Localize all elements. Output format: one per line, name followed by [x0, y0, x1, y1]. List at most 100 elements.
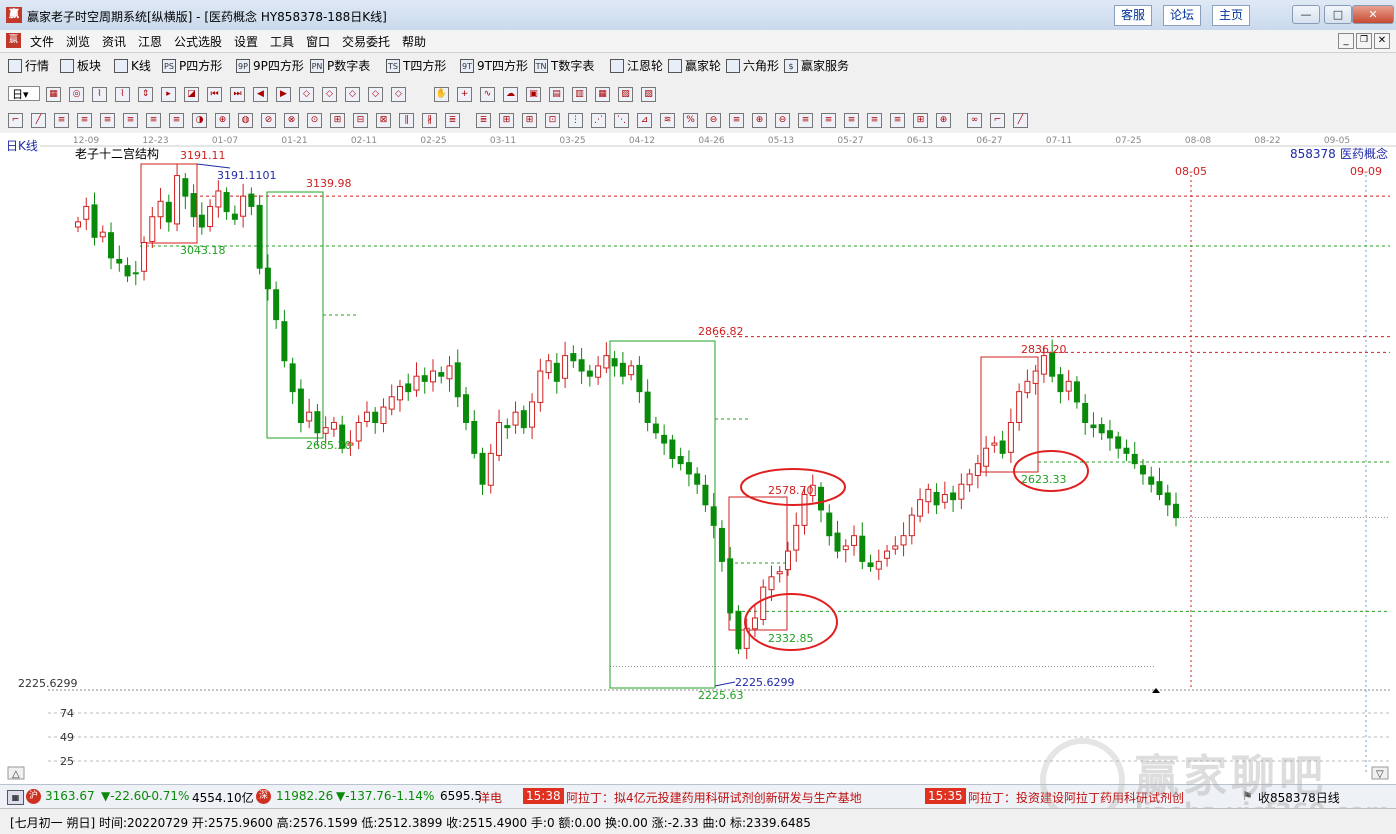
close-button[interactable]: ✕: [1352, 5, 1394, 24]
chart-area[interactable]: 12-09 12-23 01-07 01-21 02-11 02-25 03-11 03-25…: [0, 133, 1396, 783]
tool-icon[interactable]: ▨: [641, 87, 656, 102]
analysis-tool-icon[interactable]: ⊟: [353, 113, 368, 128]
analysis-tool-icon[interactable]: ⊕: [215, 113, 230, 128]
menu-tools[interactable]: 工具: [270, 33, 294, 50]
menu-window[interactable]: 窗口: [306, 33, 330, 50]
analysis-tool-icon[interactable]: ⋱: [614, 113, 629, 128]
analysis-tool-icon[interactable]: ⊕: [752, 113, 767, 128]
analysis-tool-icon[interactable]: ∞: [967, 113, 982, 128]
minimize-button[interactable]: —: [1292, 5, 1320, 24]
menu-file[interactable]: 文件: [30, 33, 54, 50]
menu-trading[interactable]: 交易委托: [342, 33, 390, 50]
tool-icon[interactable]: ⏭: [230, 87, 245, 102]
tool-icon[interactable]: ▣: [526, 87, 541, 102]
toolbar-candles-button[interactable]: K线: [114, 57, 151, 74]
tool-icon[interactable]: ◇: [345, 87, 360, 102]
analysis-tool-icon[interactable]: ≡: [123, 113, 138, 128]
menu-formula[interactable]: 公式选股: [174, 33, 222, 50]
tool-icon[interactable]: ∿: [480, 87, 495, 102]
analysis-tool-icon[interactable]: ≡: [798, 113, 813, 128]
maximize-button[interactable]: □: [1324, 5, 1352, 24]
analysis-tool-icon[interactable]: ≡: [77, 113, 92, 128]
news-headline-1[interactable]: 阿拉丁：拟4亿元投建药用科研试剂创新研发与生产基地: [566, 789, 862, 806]
analysis-tool-icon[interactable]: ∦: [422, 113, 437, 128]
toolbar-winner-wheel-button[interactable]: 赢家轮: [668, 57, 721, 74]
analysis-tool-icon[interactable]: ╱: [1013, 113, 1028, 128]
analysis-tool-icon[interactable]: ⊗: [284, 113, 299, 128]
tool-icon[interactable]: ⏮: [207, 87, 222, 102]
analysis-tool-icon[interactable]: ╱: [31, 113, 46, 128]
mdi-restore-button[interactable]: ❐: [1356, 33, 1372, 49]
tool-icon[interactable]: ⌇: [115, 87, 130, 102]
toolbar-hexagon-button[interactable]: 六角形: [726, 57, 779, 74]
tool-icon[interactable]: ⇕: [138, 87, 153, 102]
analysis-tool-icon[interactable]: ⊞: [913, 113, 928, 128]
analysis-tool-icon[interactable]: ≡: [729, 113, 744, 128]
analysis-tool-icon[interactable]: ⊞: [499, 113, 514, 128]
tool-icon[interactable]: ▸: [161, 87, 176, 102]
tool-icon[interactable]: ▧: [618, 87, 633, 102]
toolbar-dollar-button[interactable]: $ 赢家服务: [784, 57, 849, 74]
analysis-tool-icon[interactable]: ≡: [100, 113, 115, 128]
kline-chart[interactable]: 12-09 12-23 01-07 01-21 02-11 02-25 03-11 03-25…: [0, 133, 1396, 783]
tool-icon[interactable]: +: [457, 87, 472, 102]
analysis-tool-icon[interactable]: ≡: [890, 113, 905, 128]
analysis-tool-icon[interactable]: %: [683, 113, 698, 128]
menu-help[interactable]: 帮助: [402, 33, 426, 50]
analysis-tool-icon[interactable]: ∥: [399, 113, 414, 128]
analysis-tool-icon[interactable]: ⊖: [775, 113, 790, 128]
link-homepage[interactable]: 主页: [1212, 5, 1251, 26]
menu-news[interactable]: 资讯: [102, 33, 126, 50]
analysis-tool-icon[interactable]: ≡: [821, 113, 836, 128]
toolbar-pn-button[interactable]: PN P数字表: [310, 57, 370, 74]
tool-icon[interactable]: ▥: [572, 87, 587, 102]
analysis-tool-icon[interactable]: ⊞: [330, 113, 345, 128]
toolbar-gann-wheel-button[interactable]: 江恩轮: [610, 57, 663, 74]
menu-settings[interactable]: 设置: [234, 33, 258, 50]
toolbar-ps-button[interactable]: PS P四方形: [162, 57, 222, 74]
analysis-tool-icon[interactable]: ⋰: [591, 113, 606, 128]
analysis-tool-icon[interactable]: ⋮: [568, 113, 583, 128]
analysis-tool-icon[interactable]: ≣: [476, 113, 491, 128]
market-grid-icon[interactable]: ▦: [7, 790, 24, 805]
link-customer-service[interactable]: 客服: [1114, 5, 1153, 26]
tool-icon[interactable]: ◇: [391, 87, 406, 102]
tool-icon[interactable]: ▦: [46, 87, 61, 102]
toolbar-tn-button[interactable]: TN T数字表: [534, 57, 594, 74]
analysis-tool-icon[interactable]: ≣: [445, 113, 460, 128]
analysis-tool-icon[interactable]: ⊡: [545, 113, 560, 128]
tool-icon[interactable]: ◀: [253, 87, 268, 102]
analysis-tool-icon[interactable]: ◍: [238, 113, 253, 128]
analysis-tool-icon[interactable]: ⊕: [936, 113, 951, 128]
toolbar-9p-button[interactable]: 9P 9P四方形: [236, 57, 304, 74]
analysis-tool-icon[interactable]: ≋: [660, 113, 675, 128]
tool-icon[interactable]: ◎: [69, 87, 84, 102]
mdi-close-button[interactable]: ✕: [1374, 33, 1390, 49]
toolbar-blocks-button[interactable]: 板块: [60, 57, 101, 74]
analysis-tool-icon[interactable]: ≡: [54, 113, 69, 128]
analysis-tool-icon[interactable]: ⊘: [261, 113, 276, 128]
period-select[interactable]: 日▾: [8, 86, 40, 101]
analysis-tool-icon[interactable]: ⌐: [8, 113, 23, 128]
toolbar-9t-button[interactable]: 9T 9T四方形: [460, 57, 528, 74]
menu-gann[interactable]: 江恩: [138, 33, 162, 50]
analysis-tool-icon[interactable]: ⊞: [522, 113, 537, 128]
analysis-tool-icon[interactable]: ⊖: [706, 113, 721, 128]
analysis-tool-icon[interactable]: ⌐: [990, 113, 1005, 128]
analysis-tool-icon[interactable]: ◑: [192, 113, 207, 128]
tool-icon[interactable]: ▶: [276, 87, 291, 102]
tool-icon[interactable]: ▤: [549, 87, 564, 102]
toolbar-ts-button[interactable]: TS T四方形: [386, 57, 446, 74]
mdi-minimize-button[interactable]: _: [1338, 33, 1354, 49]
tool-icon[interactable]: ◇: [299, 87, 314, 102]
toolbar-grid-button[interactable]: 行情: [8, 57, 49, 74]
tool-icon[interactable]: ◇: [322, 87, 337, 102]
analysis-tool-icon[interactable]: ⊙: [307, 113, 322, 128]
tool-icon[interactable]: ◪: [184, 87, 199, 102]
link-forum[interactable]: 论坛: [1163, 5, 1202, 26]
analysis-tool-icon[interactable]: ≡: [169, 113, 184, 128]
tool-icon[interactable]: ▦: [595, 87, 610, 102]
analysis-tool-icon[interactable]: ⊿: [637, 113, 652, 128]
analysis-tool-icon[interactable]: ≡: [844, 113, 859, 128]
analysis-tool-icon[interactable]: ⊠: [376, 113, 391, 128]
